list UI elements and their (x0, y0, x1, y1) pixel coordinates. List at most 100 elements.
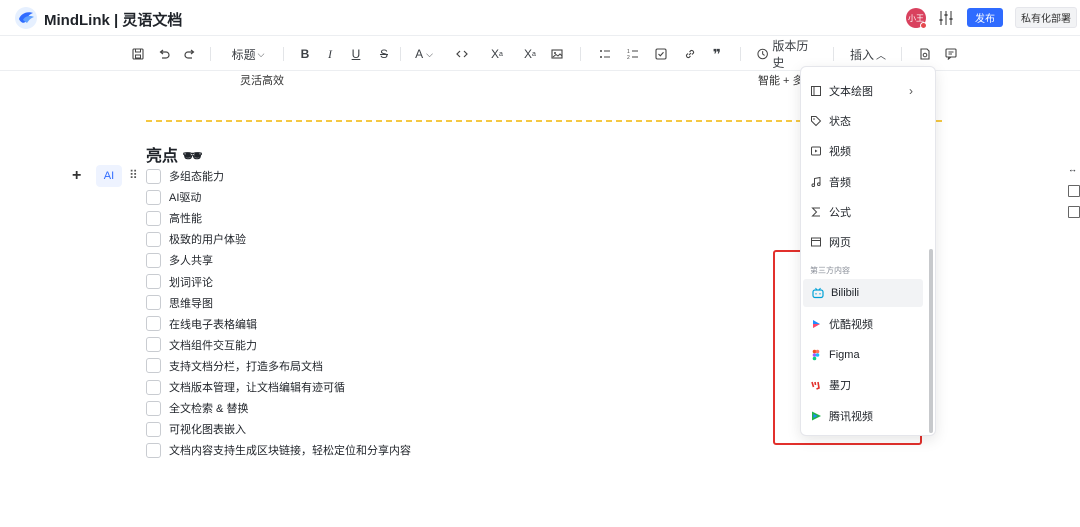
task-label: 在线电子表格编辑 (169, 318, 257, 331)
menu-item-label: 腾讯视频 (829, 411, 873, 424)
avatar[interactable]: 小王 (906, 8, 927, 29)
save-icon[interactable] (130, 45, 146, 63)
svg-text:2: 2 (627, 55, 630, 61)
menu-item[interactable]: 墨刀 (801, 371, 925, 399)
bold-icon[interactable]: B (297, 45, 313, 63)
task-checkbox[interactable] (146, 189, 161, 205)
toolbar-divider (210, 47, 211, 61)
menu-item-label: 视频 (829, 146, 851, 159)
add-block-icon[interactable]: + (72, 167, 81, 185)
underline-icon[interactable]: U (348, 45, 364, 63)
third-party-section-label: 第三方内容 (810, 266, 850, 275)
code-icon[interactable] (453, 45, 471, 63)
menu-item-label: 文本绘图 (829, 86, 873, 98)
task-checkbox[interactable] (146, 400, 161, 416)
right-side-tools: ↔ (1068, 164, 1080, 227)
menu-item-label: 网页 (829, 237, 851, 249)
quote-icon[interactable]: ❞ (709, 45, 725, 63)
toolbar-divider (901, 47, 902, 61)
strikethrough-icon[interactable]: S (376, 45, 392, 63)
task-checkbox[interactable] (146, 168, 161, 184)
outline-icon[interactable] (1068, 185, 1080, 197)
video-icon (810, 145, 822, 157)
task-label: 文档组件交互能力 (169, 339, 257, 352)
undo-icon[interactable] (156, 45, 172, 63)
redo-icon[interactable] (182, 45, 198, 63)
menu-item[interactable]: 优酷视频 (801, 310, 925, 338)
task-checkbox[interactable] (146, 442, 161, 458)
font-color-dropdown[interactable]: A ⌵ (410, 45, 438, 63)
insert-dropdown[interactable]: 插入 ︿ (848, 45, 888, 63)
task-list-icon[interactable] (653, 45, 669, 63)
superscript-icon[interactable]: Xa (488, 45, 506, 63)
modao-icon (810, 379, 822, 391)
menu-item-label: 墨刀 (829, 380, 851, 393)
top-bar: MindLink | 灵语文档 小王 发布 私有化部署 (0, 0, 1080, 36)
publish-button[interactable]: 发布 (967, 8, 1003, 27)
task-checkbox[interactable] (146, 379, 161, 395)
task-label: 文档内容支持生成区块链接，轻松定位和分享内容 (169, 445, 411, 458)
menu-item-label: Bilibili (831, 287, 860, 299)
task-label: 多人共享 (169, 255, 213, 268)
document-search-icon[interactable] (917, 45, 933, 63)
toolbar-divider (400, 47, 401, 61)
menu-item-label: Figma (829, 348, 860, 361)
expand-icon[interactable]: ↔ (1068, 164, 1080, 176)
menu-item[interactable]: Bilibili (803, 279, 923, 307)
font-color-label: A (415, 47, 424, 61)
menu-item[interactable]: 视频 (801, 137, 925, 165)
image-icon[interactable] (549, 45, 565, 63)
drag-handle-icon[interactable]: ⠿ (129, 168, 138, 182)
task-label: AI驱动 (169, 192, 202, 205)
heading-dropdown[interactable]: 标题 ⌵ (230, 45, 266, 63)
task-label: 高性能 (169, 213, 202, 226)
task-checkbox[interactable] (146, 210, 161, 226)
toolbar-divider (580, 47, 581, 61)
task-item: 划词评论 (146, 274, 213, 290)
subscript-icon[interactable]: Xa (521, 45, 539, 63)
task-checkbox[interactable] (146, 231, 161, 247)
bullet-list-icon[interactable] (597, 45, 613, 63)
settings-sliders-icon[interactable] (938, 9, 954, 27)
task-checkbox[interactable] (146, 274, 161, 289)
menu-item[interactable]: 网页 (801, 228, 925, 256)
music-icon (810, 176, 822, 188)
task-checkbox[interactable] (146, 421, 161, 437)
task-item: 可视化图表嵌入 (146, 421, 246, 437)
task-checkbox[interactable] (146, 337, 161, 353)
task-item: 全文检索 & 替换 (146, 400, 248, 416)
menu-item[interactable]: 状态 (801, 107, 925, 135)
task-label: 极致的用户体验 (169, 234, 246, 247)
task-label: 全文检索 & 替换 (169, 403, 249, 416)
task-item: 多人共享 (146, 252, 213, 268)
task-checkbox[interactable] (146, 295, 161, 311)
task-label: 可视化图表嵌入 (169, 424, 246, 437)
comment-icon[interactable] (943, 45, 959, 63)
private-deploy-button[interactable]: 私有化部署 (1015, 7, 1077, 28)
ai-button[interactable]: AI (96, 165, 122, 187)
menu-scrollbar[interactable] (929, 249, 933, 433)
tag-icon (810, 115, 822, 127)
menu-item[interactable]: Figma (801, 341, 925, 369)
youku-icon (810, 318, 822, 330)
menu-item[interactable]: 公式 (801, 198, 925, 226)
task-checkbox[interactable] (146, 358, 161, 374)
bilibili-icon (812, 287, 824, 299)
version-history-button[interactable]: 版本历史 (756, 39, 818, 70)
task-item: 文档组件交互能力 (146, 337, 257, 353)
insert-label: 插入 (849, 47, 874, 62)
task-checkbox[interactable] (146, 252, 161, 268)
menu-item[interactable]: 音频 (801, 168, 925, 196)
menu-item[interactable]: 文本绘图 › (801, 77, 925, 105)
task-checkbox[interactable] (146, 316, 161, 332)
link-icon[interactable] (682, 45, 698, 63)
online-indicator (920, 22, 927, 29)
heading-label: 标题 (231, 47, 256, 62)
partial-text: 灵活高效 (240, 75, 284, 87)
italic-icon[interactable]: I (322, 45, 338, 63)
toolbar-divider (283, 47, 284, 61)
menu-item[interactable]: 腾讯视频 (801, 402, 925, 430)
figma-icon (810, 349, 822, 361)
comment-panel-icon[interactable] (1068, 206, 1080, 218)
ordered-list-icon[interactable]: 12 (625, 45, 641, 63)
